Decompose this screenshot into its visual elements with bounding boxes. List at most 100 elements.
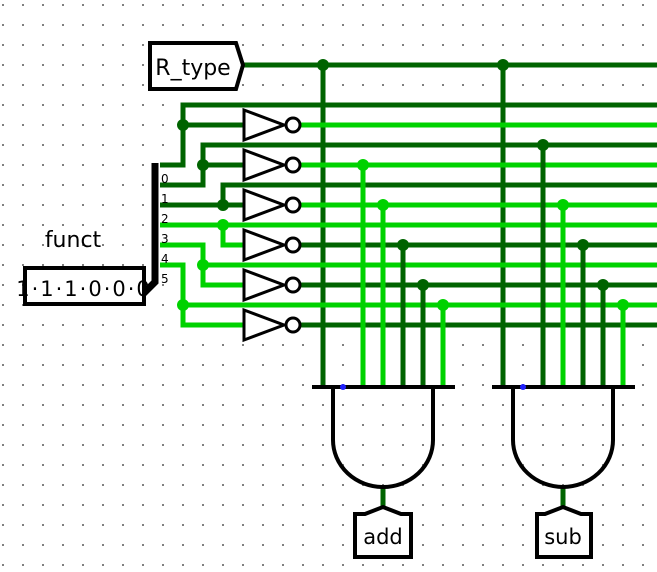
grid-dot <box>182 444 184 446</box>
grid-dot <box>562 564 564 566</box>
grid-dot <box>562 44 564 46</box>
grid-dot <box>302 484 304 486</box>
splitter-bit-label: 0 <box>161 172 169 186</box>
grid-dot <box>262 404 264 406</box>
grid-dot <box>602 424 604 426</box>
grid-dot <box>102 444 104 446</box>
grid-dot <box>102 504 104 506</box>
grid-dot <box>622 444 624 446</box>
grid-dot <box>102 324 104 326</box>
junction-dot <box>417 279 429 291</box>
add-output-pin[interactable]: add <box>353 504 413 559</box>
grid-dot <box>82 324 84 326</box>
sub-and-gate <box>511 387 615 489</box>
grid-dot <box>242 344 244 346</box>
grid-dot <box>102 344 104 346</box>
grid-dot <box>82 24 84 26</box>
grid-dot <box>362 44 364 46</box>
grid-dot <box>2 104 4 106</box>
grid-dot <box>622 524 624 526</box>
grid-dot <box>42 344 44 346</box>
grid-dot <box>22 204 24 206</box>
grid-dot <box>542 4 544 6</box>
grid-dot <box>142 504 144 506</box>
grid-dot <box>102 144 104 146</box>
grid-dot <box>42 524 44 526</box>
junction-dot <box>437 299 449 311</box>
grid-dot <box>182 424 184 426</box>
grid-dot <box>142 44 144 46</box>
grid-dot <box>142 124 144 126</box>
grid-dot <box>2 404 4 406</box>
grid-dot <box>302 444 304 446</box>
grid-dot <box>82 564 84 566</box>
bit2-wire <box>160 182 657 208</box>
grid-dot <box>122 544 124 546</box>
grid-dot <box>442 404 444 406</box>
grid-dot <box>422 44 424 46</box>
grid-dot <box>2 384 4 386</box>
grid-dot <box>62 84 64 86</box>
grid-dot <box>542 404 544 406</box>
grid-dot <box>342 24 344 26</box>
grid-dot <box>2 364 4 366</box>
grid-dot <box>122 444 124 446</box>
grid-dot <box>42 64 44 66</box>
grid-dot <box>142 464 144 466</box>
sub-output-pin[interactable]: sub <box>535 504 593 559</box>
grid-dot <box>202 344 204 346</box>
grid-dot <box>222 404 224 406</box>
grid-dot <box>242 404 244 406</box>
grid-dot <box>122 564 124 566</box>
grid-dot <box>262 4 264 6</box>
grid-dot <box>222 424 224 426</box>
not-gate-0 <box>242 107 289 143</box>
grid-dot <box>242 504 244 506</box>
grid-dot <box>82 44 84 46</box>
funct-input-pin[interactable]: 1·1·1·0·0·0 <box>16 266 152 306</box>
grid-dot <box>322 564 324 566</box>
grid-dot <box>42 504 44 506</box>
grid-dot <box>2 244 4 246</box>
sub-label: sub <box>544 525 582 549</box>
grid-dot <box>522 344 524 346</box>
logisim-canvas[interactable]: R_type funct 1·1·1·0·0·0 0 1 2 3 4 5 add sub <box>0 0 657 572</box>
r-type-tunnel[interactable]: R_type <box>148 41 246 91</box>
grid-dot <box>402 564 404 566</box>
junction-dot <box>597 279 609 291</box>
grid-dot <box>642 424 644 426</box>
grid-dot <box>502 44 504 46</box>
grid-dot <box>442 4 444 6</box>
grid-dot <box>22 44 24 46</box>
grid-dot <box>342 484 344 486</box>
grid-dot <box>262 384 264 386</box>
grid-dot <box>62 364 64 366</box>
grid-dot <box>362 504 364 506</box>
grid-dot <box>42 264 44 266</box>
grid-dot <box>122 404 124 406</box>
grid-dot <box>62 484 64 486</box>
grid-dot <box>202 564 204 566</box>
grid-dot <box>242 564 244 566</box>
grid-dot <box>2 164 4 166</box>
splitter-bit-label: 4 <box>161 252 169 266</box>
grid-dot <box>62 64 64 66</box>
grid-dot <box>382 424 384 426</box>
grid-dot <box>222 24 224 26</box>
grid-dot <box>202 544 204 546</box>
junction-dot <box>617 299 629 311</box>
grid-dot <box>482 24 484 26</box>
grid-dot <box>82 64 84 66</box>
grid-dot <box>262 344 264 346</box>
grid-dot <box>262 504 264 506</box>
grid-dot <box>562 444 564 446</box>
grid-dot <box>382 464 384 466</box>
grid-dot <box>142 444 144 446</box>
grid-dot <box>62 424 64 426</box>
grid-dot <box>142 144 144 146</box>
grid-dot <box>142 264 144 266</box>
grid-dot <box>542 504 544 506</box>
grid-dot <box>522 84 524 86</box>
grid-dot <box>122 4 124 6</box>
grid-dot <box>82 384 84 386</box>
